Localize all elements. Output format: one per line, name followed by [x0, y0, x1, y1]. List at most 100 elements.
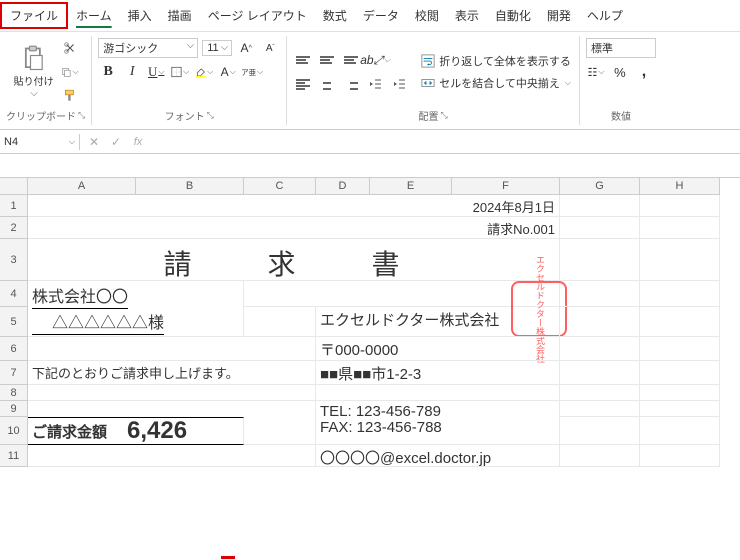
row-header[interactable]: 3 [0, 239, 28, 281]
cell[interactable] [640, 417, 720, 445]
increase-indent-button[interactable] [389, 74, 409, 94]
increase-font-button[interactable]: A^ [236, 38, 256, 58]
comma-button[interactable]: , [634, 62, 654, 82]
merge-center-button[interactable]: セルを結合して中央揃え⌵ [419, 74, 573, 92]
percent-button[interactable]: % [610, 62, 630, 82]
row-header[interactable]: 5 [0, 307, 28, 337]
email[interactable]: 〇〇〇〇@excel.doctor.jp [316, 445, 560, 467]
font-size-combo[interactable]: 11 [202, 40, 232, 56]
paste-button[interactable]: 貼り付け ⌵ [12, 43, 56, 101]
doc-title[interactable]: 請 求 書 [28, 239, 560, 281]
cell[interactable] [640, 281, 720, 307]
row-header[interactable]: 11 [0, 445, 28, 467]
decrease-indent-button[interactable] [365, 74, 385, 94]
cell[interactable] [640, 385, 720, 401]
cell[interactable]: エクセルドクター株式会社 [244, 281, 560, 307]
number-format-combo[interactable]: 標準 [586, 38, 656, 58]
menu-automate[interactable]: 自動化 [487, 4, 539, 27]
font-name-combo[interactable]: 游ゴシック [98, 38, 198, 58]
note-text[interactable]: 下記のとおりご請求申し上げます。 [28, 361, 316, 385]
cell[interactable]: 請求No.001 [28, 217, 560, 239]
col-header[interactable]: F [452, 178, 560, 195]
row-header[interactable]: 9 [0, 401, 28, 417]
menu-draw[interactable]: 描画 [160, 4, 200, 27]
col-header[interactable]: B [136, 178, 244, 195]
name-box[interactable]: N4⌵ [0, 134, 80, 150]
font-color-button[interactable]: A⌵ [218, 62, 238, 82]
cell[interactable] [560, 281, 640, 307]
cell[interactable] [640, 445, 720, 467]
fill-color-button[interactable]: ⌵ [194, 62, 214, 82]
cell[interactable] [640, 361, 720, 385]
col-header[interactable]: E [370, 178, 452, 195]
menu-developer[interactable]: 開発 [539, 4, 579, 27]
postal-code[interactable]: 〒000-0000 [316, 337, 560, 361]
cut-button[interactable] [60, 38, 80, 58]
align-top-button[interactable] [293, 50, 313, 70]
cell[interactable] [640, 195, 720, 217]
cell[interactable] [28, 445, 316, 467]
cell[interactable] [560, 445, 640, 467]
row-header[interactable]: 10 [0, 417, 28, 445]
col-header[interactable]: G [560, 178, 640, 195]
row-header[interactable]: 1 [0, 195, 28, 217]
cell[interactable]: 2024年8月1日 [28, 195, 560, 217]
cell[interactable]: 株式会社〇〇 [28, 281, 244, 307]
menu-formulas[interactable]: 数式 [315, 4, 355, 27]
cell[interactable] [244, 307, 316, 337]
menu-home[interactable]: ホーム [68, 4, 120, 27]
cell[interactable] [640, 337, 720, 361]
cell[interactable] [28, 337, 316, 361]
menu-help[interactable]: ヘルプ [579, 4, 631, 27]
wrap-text-button[interactable]: 折り返して全体を表示する [419, 52, 573, 70]
cell[interactable] [640, 239, 720, 281]
cell[interactable] [640, 217, 720, 239]
row-header[interactable]: 6 [0, 337, 28, 361]
format-painter-button[interactable] [60, 86, 80, 106]
accounting-format-button[interactable]: ☷⌵ [586, 62, 606, 82]
phonetic-button[interactable]: ア亜⌵ [242, 62, 262, 82]
cell[interactable] [560, 337, 640, 361]
address[interactable]: ■■県■■市1-2-3 [316, 361, 560, 385]
cell[interactable] [560, 217, 640, 239]
row-header[interactable]: 7 [0, 361, 28, 385]
tel[interactable]: TEL: 123-456-789 [316, 401, 560, 417]
borders-button[interactable]: ⌵ [170, 62, 190, 82]
decrease-font-button[interactable]: Aˇ [260, 38, 280, 58]
from-company[interactable]: エクセルドクター株式会社 [316, 307, 560, 337]
enter-icon[interactable]: ✓ [106, 132, 126, 152]
formula-input[interactable] [152, 140, 740, 144]
bold-button[interactable]: B [98, 62, 118, 82]
cell[interactable] [560, 417, 640, 445]
col-header[interactable]: A [28, 178, 136, 195]
align-right-button[interactable] [341, 74, 361, 94]
cell[interactable]: ご請求金額 6,426 [28, 417, 244, 445]
font-launcher[interactable]: ⤡ [207, 110, 214, 121]
cell[interactable] [28, 401, 316, 417]
menu-view[interactable]: 表示 [447, 4, 487, 27]
align-bottom-button[interactable] [341, 50, 361, 70]
underline-button[interactable]: U⌵ [146, 62, 166, 82]
col-header[interactable]: H [640, 178, 720, 195]
orientation-button[interactable]: ab⤢⌵ [365, 50, 385, 70]
alignment-launcher[interactable]: ⤡ [440, 110, 447, 121]
cell[interactable] [560, 361, 640, 385]
menu-review[interactable]: 校閲 [407, 4, 447, 27]
menu-insert[interactable]: 挿入 [120, 4, 160, 27]
row-header[interactable]: 4 [0, 281, 28, 307]
col-header[interactable]: C [244, 178, 316, 195]
row-header[interactable]: 8 [0, 385, 28, 401]
clipboard-launcher[interactable]: ⤡ [78, 110, 85, 121]
menu-data[interactable]: データ [355, 4, 407, 27]
cell[interactable] [560, 385, 640, 401]
align-center-button[interactable] [317, 74, 337, 94]
menu-file[interactable]: ファイル [0, 2, 68, 29]
cell[interactable] [640, 401, 720, 417]
italic-button[interactable]: I [122, 62, 142, 82]
cell[interactable] [560, 307, 640, 337]
menu-page-layout[interactable]: ページ レイアウト [200, 4, 315, 27]
cancel-icon[interactable]: ✕ [84, 132, 104, 152]
select-all-corner[interactable] [0, 178, 28, 195]
cell[interactable] [28, 385, 316, 401]
cell[interactable] [560, 239, 640, 281]
